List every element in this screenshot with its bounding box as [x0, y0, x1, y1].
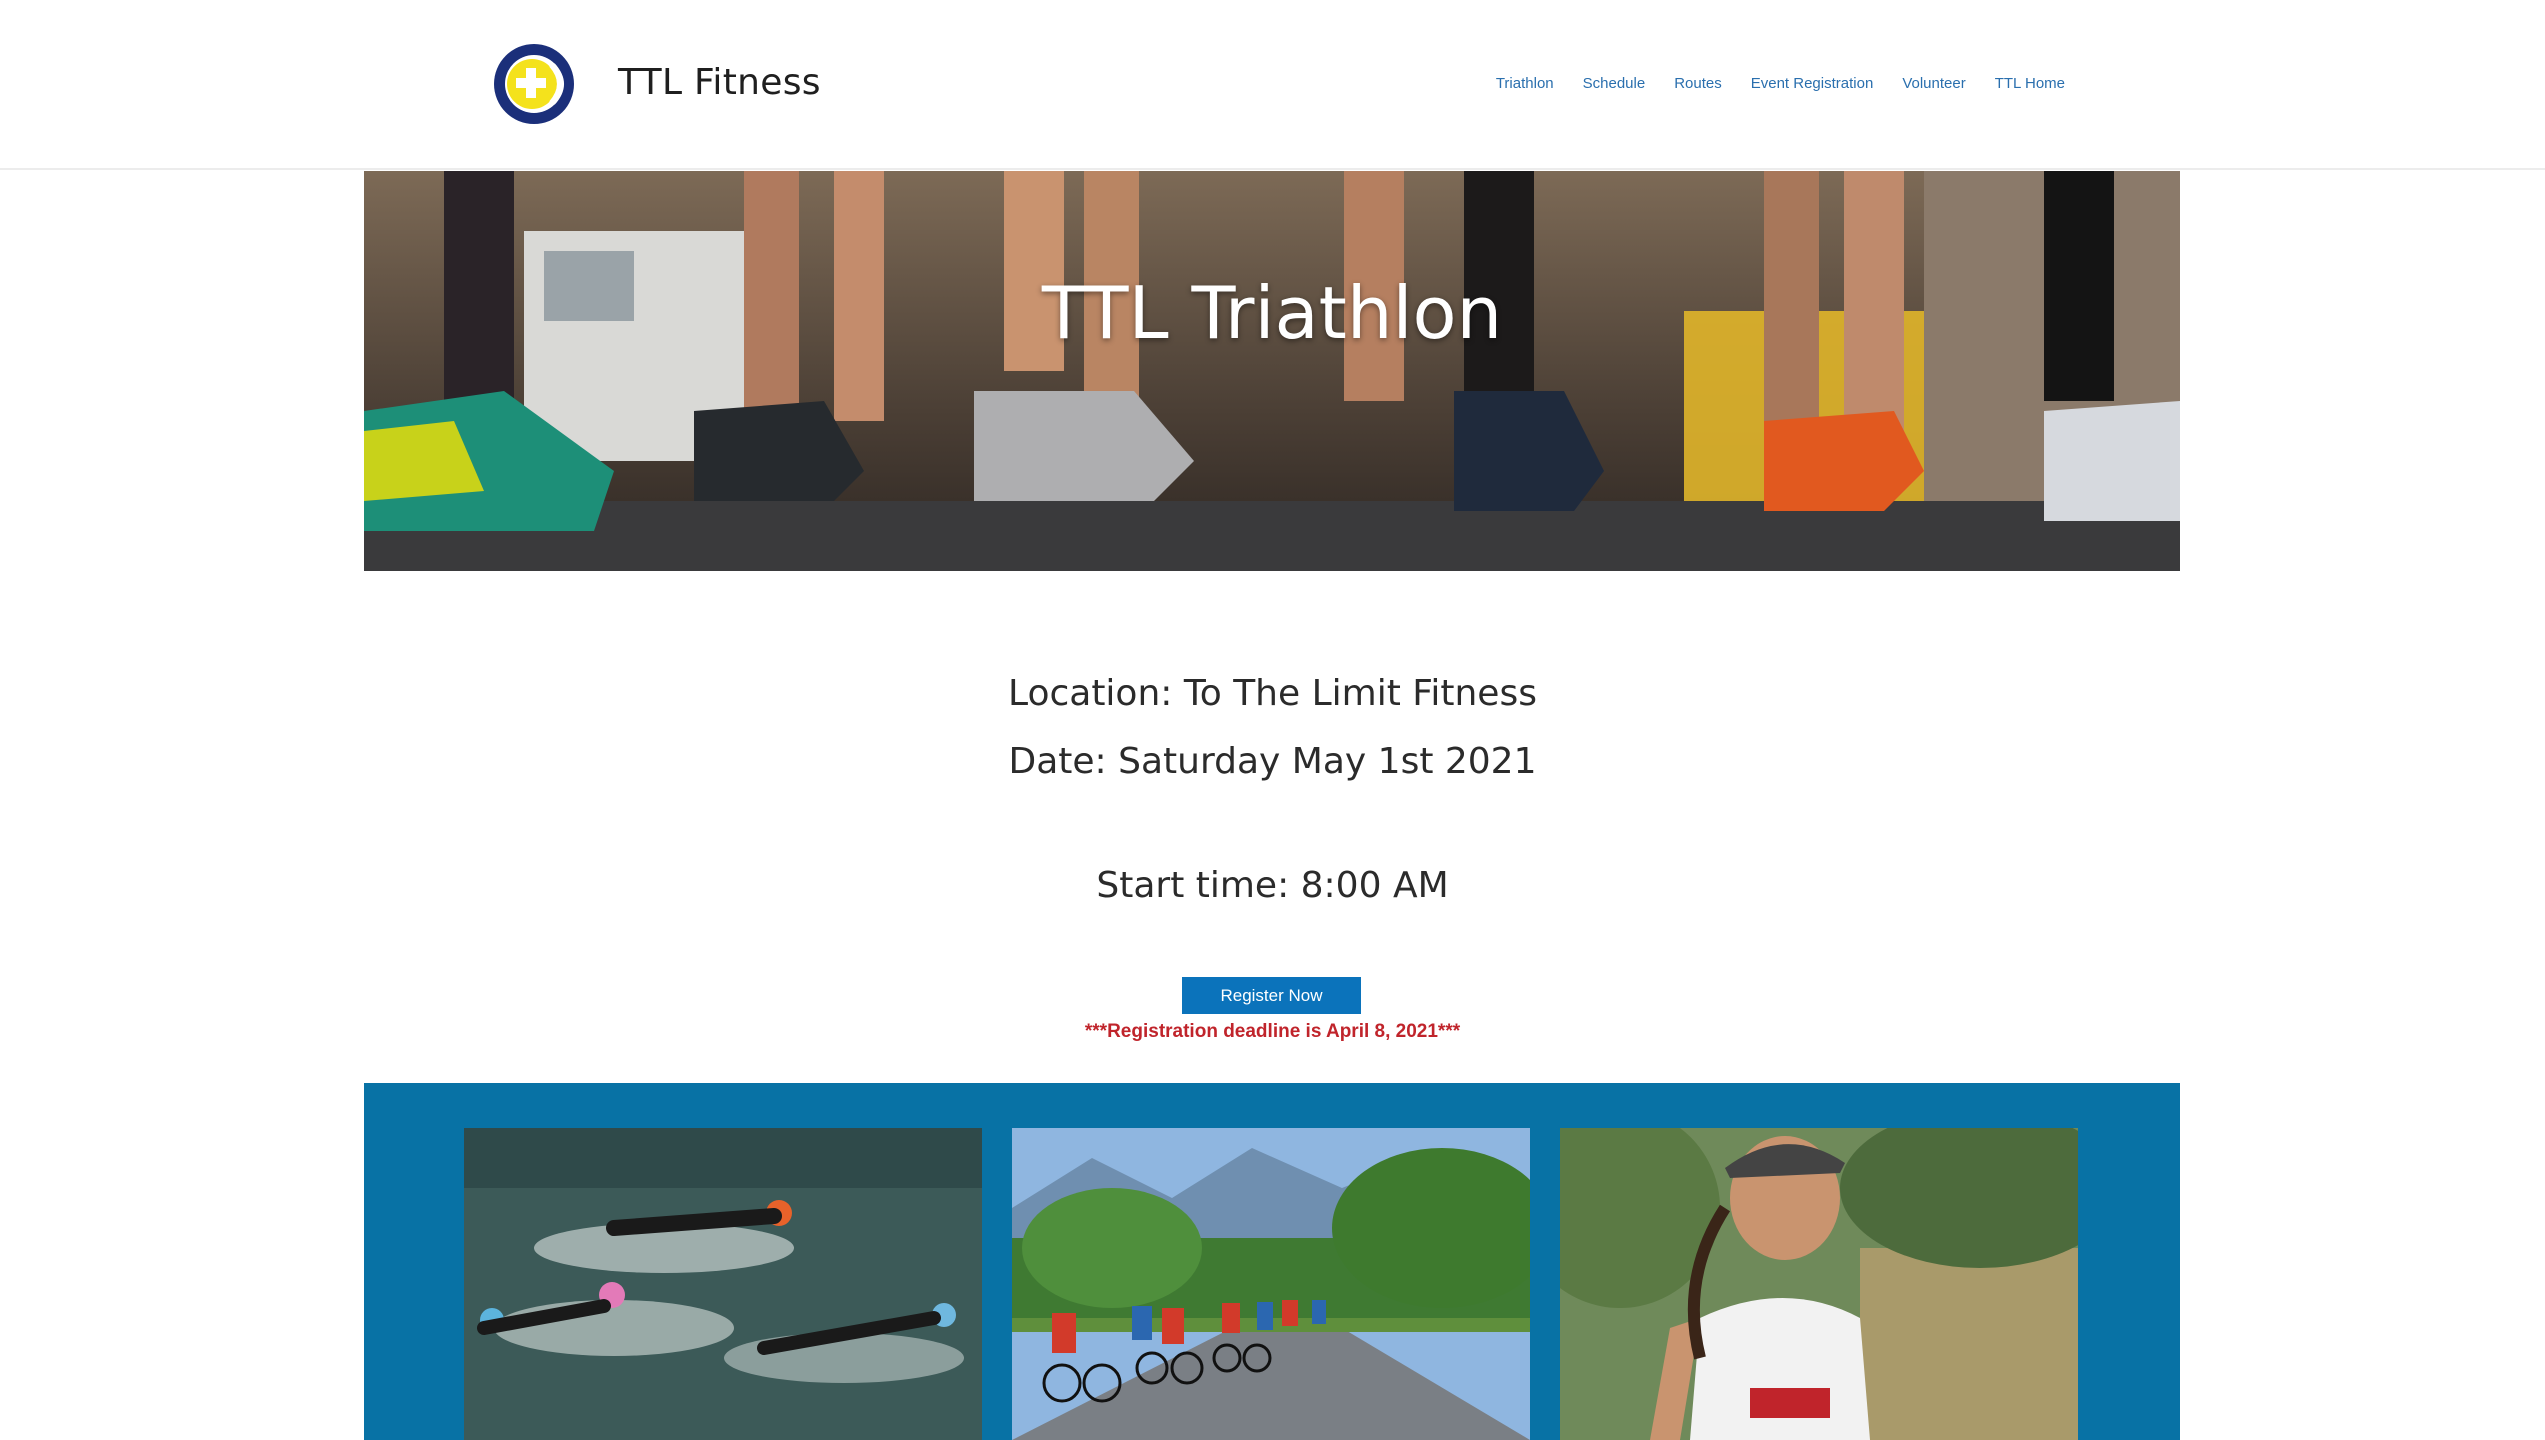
- hero-title: TTL Triathlon: [1041, 271, 1503, 355]
- photo-gallery: [364, 1083, 2180, 1440]
- runners-feet-image: [364, 171, 2180, 571]
- nav-ttl-home[interactable]: TTL Home: [1995, 75, 2065, 92]
- site-title[interactable]: TTL Fitness: [618, 62, 821, 103]
- ttl-fitness-logo[interactable]: [492, 42, 576, 126]
- nav-event-registration[interactable]: Event Registration: [1751, 75, 1874, 92]
- hero-banner: TTL Triathlon: [364, 171, 2180, 571]
- nav-triathlon[interactable]: Triathlon: [1496, 75, 1554, 92]
- event-date: Date: Saturday May 1st 2021: [1008, 741, 1537, 782]
- register-now-button[interactable]: Register Now: [1182, 977, 1361, 1014]
- registration-deadline: ***Registration deadline is April 8, 202…: [1084, 1021, 1461, 1042]
- nav-schedule[interactable]: Schedule: [1583, 75, 1646, 92]
- site-header: TTL Fitness Triathlon Schedule Routes Ev…: [0, 0, 2545, 170]
- event-location: Location: To The Limit Fitness: [1008, 673, 1537, 714]
- swimmers-photo: [464, 1128, 982, 1440]
- event-start-time: Start time: 8:00 AM: [1096, 865, 1449, 906]
- nav-routes[interactable]: Routes: [1674, 75, 1722, 92]
- main-nav: Triathlon Schedule Routes Event Registra…: [1496, 75, 2065, 92]
- cyclists-photo: [1012, 1128, 1530, 1440]
- nav-volunteer[interactable]: Volunteer: [1902, 75, 1965, 92]
- runner-photo: [1560, 1128, 2078, 1440]
